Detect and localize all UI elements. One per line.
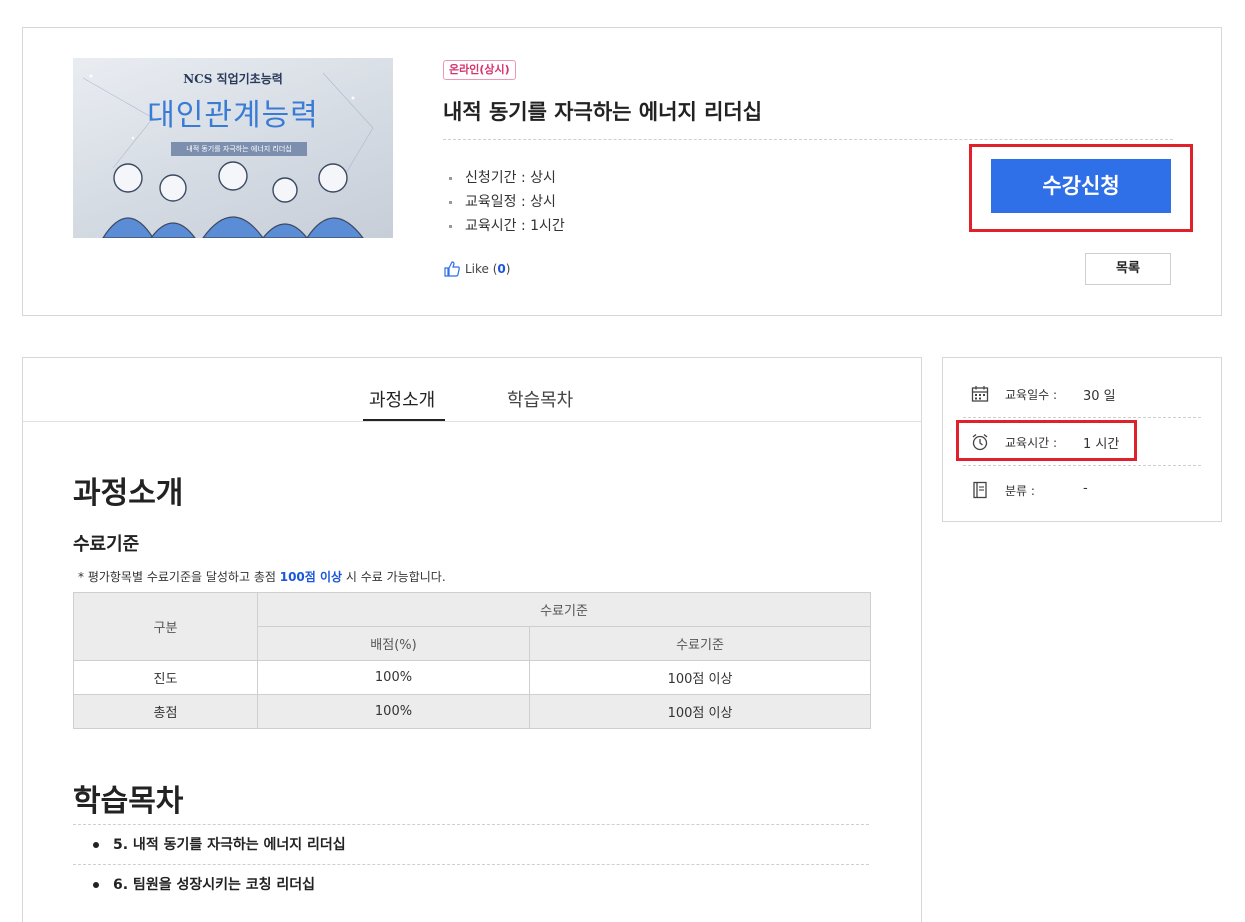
thumbs-up-icon — [444, 261, 460, 277]
completion-criteria-heading: 수료기준 — [73, 534, 140, 555]
like-button[interactable]: Like (0) — [443, 260, 510, 278]
enroll-button[interactable]: 수강신청 — [991, 159, 1171, 213]
completion-criteria-table: 구분 수료기준 배점(%) 수료기준 진도 100% 100점 이상 총점 10… — [73, 592, 871, 729]
calendar-icon — [971, 386, 989, 402]
table-row: 총점 100% 100점 이상 — [73, 694, 871, 729]
thumbnail-main-title: 대인관계능력 — [147, 98, 319, 133]
days-value: 30 일 — [1083, 389, 1116, 404]
list-item: 6. 팀원을 성장시키는 코칭 리더십 — [73, 864, 869, 904]
course-summary-card: NCS 직업기초능력 대인관계능력 내적 동기를 자극하는 에너지 리더십 온라… — [22, 27, 1222, 316]
like-count: 0 — [497, 262, 506, 276]
course-info-list: 신청기간 : 상시 교육일정 : 상시 교육시간 : 1시간 — [443, 166, 565, 238]
course-thumbnail: NCS 직업기초능력 대인관계능력 내적 동기를 자극하는 에너지 리더십 — [73, 58, 393, 238]
table-header-weight: 배점(%) — [257, 626, 530, 661]
list-button[interactable]: 목록 — [1085, 253, 1171, 285]
row-name: 진도 — [73, 660, 258, 695]
thumbnail-caption: 내적 동기를 자극하는 에너지 리더십 — [171, 142, 307, 156]
info-schedule: 교육일정 : 상시 — [443, 190, 565, 214]
note-prefix: * 평가항목별 수료기준을 달성하고 총점 — [78, 570, 280, 584]
table-header-group: 구분 — [73, 592, 258, 661]
row-weight: 100% — [257, 694, 530, 729]
intro-heading: 과정소개 — [73, 476, 184, 511]
info-apply-period: 신청기간 : 상시 — [443, 166, 565, 190]
thumbnail-subtitle: NCS 직업기초능력 — [183, 72, 283, 86]
tab-bar: 과정소개 학습목차 — [23, 358, 921, 422]
row-weight: 100% — [257, 660, 530, 695]
divider — [443, 139, 1173, 140]
side-row-days: 교육일수 : 30 일 — [963, 370, 1201, 418]
note-highlight: 100점 이상 — [279, 570, 343, 584]
row-name: 총점 — [73, 694, 258, 729]
info-duration: 교육시간 : 1시간 — [443, 214, 565, 238]
row-pass: 100점 이상 — [529, 660, 871, 695]
completion-note: * 평가항목별 수료기준을 달성하고 총점 100점 이상 시 수료 가능합니다… — [78, 568, 446, 585]
time-highlight-frame — [956, 420, 1137, 461]
category-value: - — [1083, 481, 1088, 496]
curriculum-heading: 학습목차 — [73, 784, 184, 819]
tab-course-intro[interactable]: 과정소개 — [369, 386, 435, 412]
side-row-category: 분류 : - — [963, 466, 1201, 514]
course-title: 내적 동기를 자극하는 에너지 리더십 — [443, 100, 763, 124]
note-suffix: 시 수료 가능합니다. — [342, 570, 446, 584]
table-row: 진도 100% 100점 이상 — [73, 660, 871, 695]
tab-curriculum[interactable]: 학습목차 — [507, 386, 573, 412]
course-type-badge: 온라인(상시) — [443, 60, 516, 80]
curriculum-list: 5. 내적 동기를 자극하는 에너지 리더십 6. 팀원을 성장시키는 코칭 리… — [73, 824, 869, 904]
category-label: 분류 : — [1005, 484, 1035, 498]
table-header-criteria: 수료기준 — [257, 592, 871, 627]
like-label-close: ) — [505, 262, 511, 276]
list-item: 5. 내적 동기를 자극하는 에너지 리더십 — [73, 824, 869, 864]
course-detail-panel: 과정소개 학습목차 과정소개 수료기준 * 평가항목별 수료기준을 달성하고 총… — [22, 357, 922, 922]
active-tab-indicator — [363, 419, 445, 421]
table-header-pass: 수료기준 — [529, 626, 871, 661]
like-label: Like ( — [465, 262, 498, 276]
notebook-icon — [973, 481, 987, 499]
row-pass: 100점 이상 — [529, 694, 871, 729]
days-label: 교육일수 : — [1005, 388, 1058, 402]
